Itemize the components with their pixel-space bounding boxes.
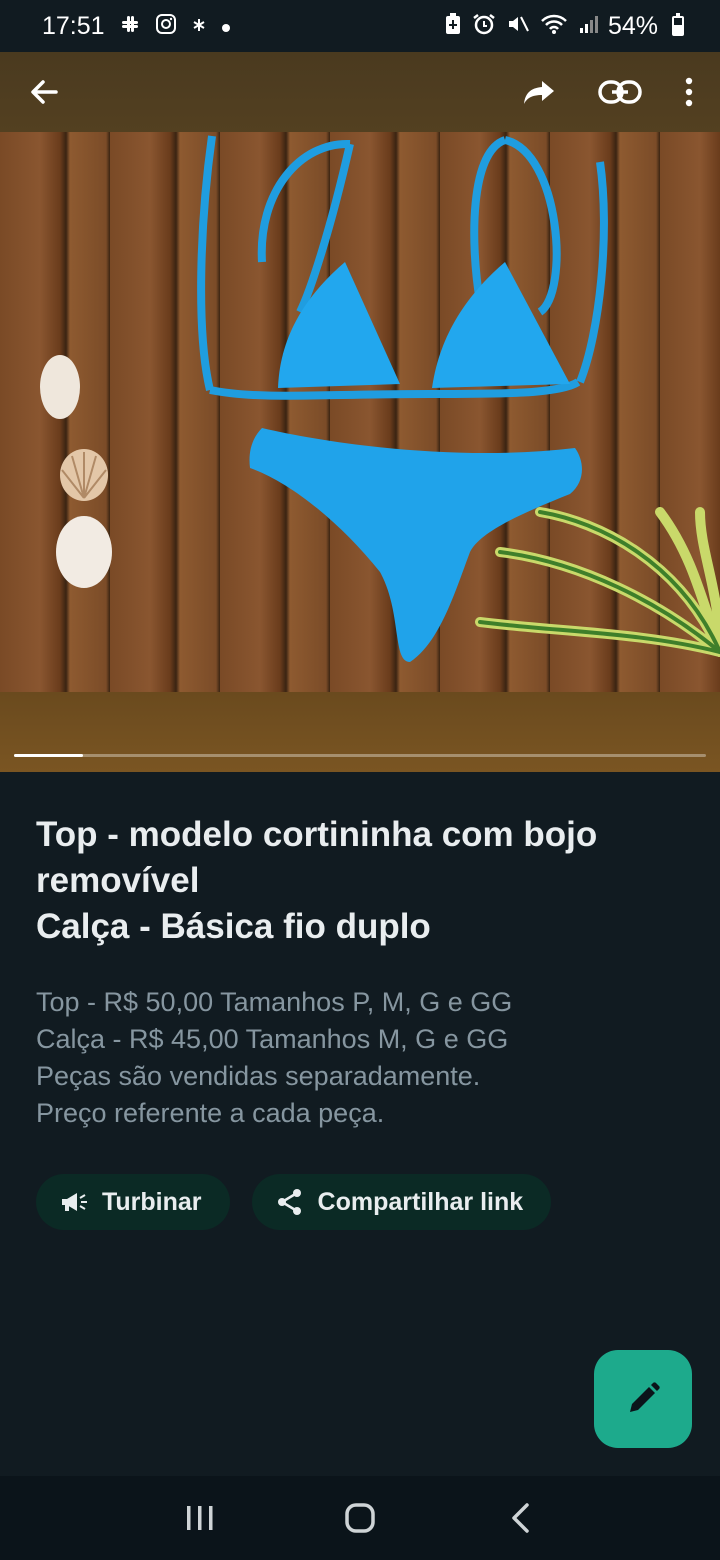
- share-link-button[interactable]: Compartilhar link: [251, 1174, 552, 1230]
- home-icon: [345, 1503, 375, 1533]
- battery-percent: 54%: [607, 11, 658, 40]
- link-icon: [598, 80, 642, 104]
- status-time: 17:51: [42, 11, 105, 40]
- title-line: Calça - Básica fio duplo: [36, 907, 431, 946]
- product-image[interactable]: [0, 132, 720, 692]
- edit-fab[interactable]: [594, 1350, 692, 1448]
- forward-button[interactable]: [522, 77, 556, 107]
- media-viewer: [0, 52, 720, 772]
- more-options-button[interactable]: [684, 77, 694, 107]
- back-arrow-icon: [31, 80, 58, 104]
- back-nav-button[interactable]: [490, 1488, 550, 1548]
- instagram-icon: [155, 13, 177, 39]
- boost-button[interactable]: Turbinar: [36, 1174, 230, 1230]
- mute-icon: [506, 13, 530, 39]
- dot-icon: [221, 15, 231, 37]
- product-description: Top - R$ 50,00 Tamanhos P, M, G e GG Cal…: [36, 984, 686, 1132]
- share-link-label: Compartilhar link: [317, 1187, 524, 1216]
- description-line: Top - R$ 50,00 Tamanhos P, M, G e GG: [36, 987, 513, 1017]
- signal-icon: [578, 13, 598, 39]
- bikini-illustration: [40, 135, 720, 662]
- action-chips: Turbinar Compartilhar link: [36, 1174, 686, 1230]
- link-button[interactable]: [598, 79, 642, 105]
- boost-label: Turbinar: [102, 1187, 202, 1216]
- description-line: Peças são vendidas separadamente.: [36, 1061, 481, 1091]
- status-bar: 17:51 54%: [0, 0, 720, 52]
- recent-apps-button[interactable]: [170, 1488, 230, 1548]
- media-progress: [14, 754, 706, 757]
- product-details: Top - modelo cortininha com bojo removív…: [36, 812, 686, 1230]
- title-line: removível: [36, 861, 200, 900]
- product-title: Top - modelo cortininha com bojo removív…: [36, 812, 686, 950]
- recent-apps-icon: [187, 1506, 213, 1530]
- battery-icon: [672, 13, 684, 36]
- battery-saver-icon: [444, 13, 462, 39]
- description-line: Preço referente a cada peça.: [36, 1098, 385, 1128]
- forward-icon: [524, 81, 554, 104]
- media-caption-strip: [0, 692, 720, 772]
- share-icon: [277, 1189, 301, 1215]
- pencil-icon: [630, 1382, 660, 1412]
- media-toolbar: [0, 52, 720, 132]
- back-button[interactable]: [26, 74, 62, 110]
- system-nav-bar: [0, 1476, 720, 1560]
- slack-icon: [119, 13, 141, 39]
- title-line: Top - modelo cortininha com bojo: [36, 815, 598, 854]
- home-button[interactable]: [330, 1488, 390, 1548]
- chevron-left-icon: [512, 1503, 529, 1533]
- alarm-icon: [472, 13, 496, 39]
- more-vert-icon: [685, 77, 693, 107]
- wifi-icon: [540, 13, 568, 39]
- media-progress-fill: [14, 754, 84, 757]
- description-line: Calça - R$ 45,00 Tamanhos M, G e GG: [36, 1024, 509, 1054]
- megaphone-icon: [62, 1193, 87, 1211]
- asterisk-icon: [191, 15, 207, 37]
